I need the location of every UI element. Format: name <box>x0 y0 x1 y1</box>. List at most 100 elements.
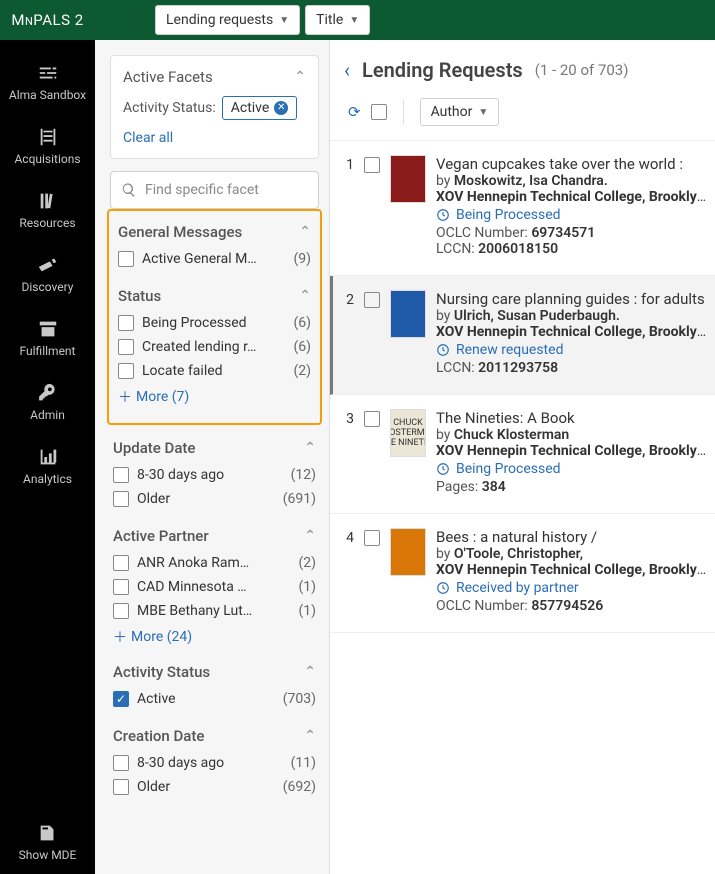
row-number: 4 <box>336 528 354 614</box>
checkbox[interactable] <box>118 363 134 379</box>
item-title: The Nineties: A Book <box>436 409 709 427</box>
sidenav-item-acquisitions[interactable]: Acquisitions <box>0 114 95 178</box>
sidenav-item-mde[interactable]: Show MDE <box>0 810 95 874</box>
meta-line: LCCN: 2011293758 <box>436 360 709 376</box>
book-thumbnail: CHUCK KLOSTERMAN THE NINETIES <box>390 409 426 457</box>
checkbox[interactable] <box>113 779 129 795</box>
active-facets-card: Active Facets ⌃ Activity Status: Active … <box>110 55 319 159</box>
checkbox[interactable] <box>118 339 134 355</box>
top-dropdown-field[interactable]: Title▼ <box>305 5 370 35</box>
item-location: XOV Hennepin Technical College, Brooklyn… <box>436 189 709 205</box>
item-status: Being Processed <box>436 207 709 223</box>
top-bar: MNPALS 2 Lending requests▼ Title▼ <box>0 0 715 40</box>
archive-icon <box>37 318 59 340</box>
row-checkbox[interactable] <box>364 411 380 427</box>
facet-item[interactable]: Active(703) <box>113 687 316 711</box>
clear-all-link[interactable]: Clear all <box>123 130 306 146</box>
more-link[interactable]: ＋More (24) <box>113 623 316 647</box>
active-facet-chip[interactable]: Active ✕ <box>222 96 298 120</box>
checkbox[interactable] <box>113 555 129 571</box>
meta-line: Pages: 384 <box>436 479 709 495</box>
top-dropdown-type[interactable]: Lending requests▼ <box>155 5 300 35</box>
group-title: Active Partner <box>113 527 209 545</box>
result-row[interactable]: 3 CHUCK KLOSTERMAN THE NINETIES The Nine… <box>330 395 715 514</box>
book-thumbnail <box>390 155 426 203</box>
checkbox[interactable] <box>113 603 129 619</box>
clock-icon <box>436 581 450 595</box>
item-author: by Moskowitz, Isa Chandra. <box>436 173 709 189</box>
chevron-up-icon[interactable]: ⌃ <box>299 224 311 240</box>
sidenav-item-fulfillment[interactable]: Fulfillment <box>0 306 95 370</box>
clock-icon <box>436 208 450 222</box>
sidenav-item-sandbox[interactable]: Alma Sandbox <box>0 50 95 114</box>
group-title: Creation Date <box>113 727 204 745</box>
facet-item[interactable]: Older(692) <box>113 775 316 799</box>
sidenav-item-analytics[interactable]: Analytics <box>0 434 95 498</box>
facet-item[interactable]: Created lending r…(6) <box>118 335 311 359</box>
refresh-icon[interactable]: ⟳ <box>348 103 361 121</box>
document-icon <box>37 822 59 844</box>
result-row[interactable]: 4 Bees : a natural history / by O'Toole,… <box>330 514 715 633</box>
chevron-up-icon[interactable]: ⌃ <box>304 528 316 544</box>
divider <box>403 99 404 125</box>
chevron-down-icon: ▼ <box>279 15 289 26</box>
item-title: Nursing care planning guides : for adult… <box>436 290 709 308</box>
checkbox[interactable] <box>113 579 129 595</box>
meta-line: LCCN: 2006018150 <box>436 241 709 257</box>
facet-item[interactable]: 8-30 days ago(11) <box>113 751 316 775</box>
result-row[interactable]: 2 Nursing care planning guides : for adu… <box>330 276 715 395</box>
facets-panel: Active Facets ⌃ Activity Status: Active … <box>95 40 330 874</box>
checkbox[interactable] <box>118 251 134 267</box>
facet-item[interactable]: ANR Anoka Ram…(2) <box>113 551 316 575</box>
page-count: (1 - 20 of 703) <box>535 61 629 79</box>
back-button[interactable]: ‹ <box>340 58 354 82</box>
chevron-up-icon[interactable]: ⌃ <box>304 728 316 744</box>
item-status: Being Processed <box>436 461 709 477</box>
result-row[interactable]: 1 Vegan cupcakes take over the world : b… <box>330 141 715 276</box>
row-checkbox[interactable] <box>364 292 380 308</box>
facet-item[interactable]: Older(691) <box>113 487 316 511</box>
sidenav-item-resources[interactable]: Resources <box>0 178 95 242</box>
chevron-down-icon: ▼ <box>349 15 359 26</box>
af-label: Activity Status: <box>123 100 216 116</box>
checkbox[interactable] <box>113 491 129 507</box>
plus-icon: ＋ <box>118 387 132 407</box>
brand-logo[interactable]: MNPALS 2 <box>0 0 95 40</box>
row-number: 2 <box>336 290 354 376</box>
results-list[interactable]: 1 Vegan cupcakes take over the world : b… <box>330 141 715 874</box>
chevron-up-icon[interactable]: ⌃ <box>304 440 316 456</box>
row-number: 3 <box>336 409 354 495</box>
chevron-up-icon[interactable]: ⌃ <box>294 69 306 85</box>
sort-dropdown[interactable]: Author▼ <box>420 98 500 126</box>
chevron-up-icon[interactable]: ⌃ <box>304 664 316 680</box>
group-title: Update Date <box>113 439 195 457</box>
item-location: XOV Hennepin Technical College, Brooklyn… <box>436 324 709 340</box>
facet-item[interactable]: MBE Bethany Lut…(1) <box>113 599 316 623</box>
chevron-up-icon[interactable]: ⌃ <box>299 288 311 304</box>
row-checkbox[interactable] <box>364 157 380 173</box>
facet-item[interactable]: Active General M… (9) <box>118 247 311 271</box>
more-link[interactable]: ＋More (7) <box>118 383 311 407</box>
facet-search-input[interactable]: Find specific facet <box>110 171 319 209</box>
sidenav-item-discovery[interactable]: Discovery <box>0 242 95 306</box>
clock-icon <box>436 462 450 476</box>
select-all-checkbox[interactable] <box>371 104 387 120</box>
books-icon <box>37 190 59 212</box>
facet-item[interactable]: 8-30 days ago(12) <box>113 463 316 487</box>
remove-facet-icon[interactable]: ✕ <box>274 101 288 115</box>
group-title: Activity Status <box>113 663 210 681</box>
sidenav-item-admin[interactable]: Admin <box>0 370 95 434</box>
checkbox[interactable] <box>113 467 129 483</box>
item-location: XOV Hennepin Technical College, Brooklyn… <box>436 562 709 578</box>
facet-item[interactable]: Locate failed(2) <box>118 359 311 383</box>
checkbox[interactable] <box>118 315 134 331</box>
facet-item[interactable]: Being Processed(6) <box>118 311 311 335</box>
checkbox[interactable] <box>113 755 129 771</box>
book-thumbnail <box>390 528 426 576</box>
checkbox[interactable] <box>113 691 129 707</box>
row-checkbox[interactable] <box>364 530 380 546</box>
plus-icon: ＋ <box>113 627 127 647</box>
facet-item[interactable]: CAD Minnesota …(1) <box>113 575 316 599</box>
chevron-down-icon: ▼ <box>478 107 488 118</box>
item-author: by Ulrich, Susan Puderbaugh. <box>436 308 709 324</box>
